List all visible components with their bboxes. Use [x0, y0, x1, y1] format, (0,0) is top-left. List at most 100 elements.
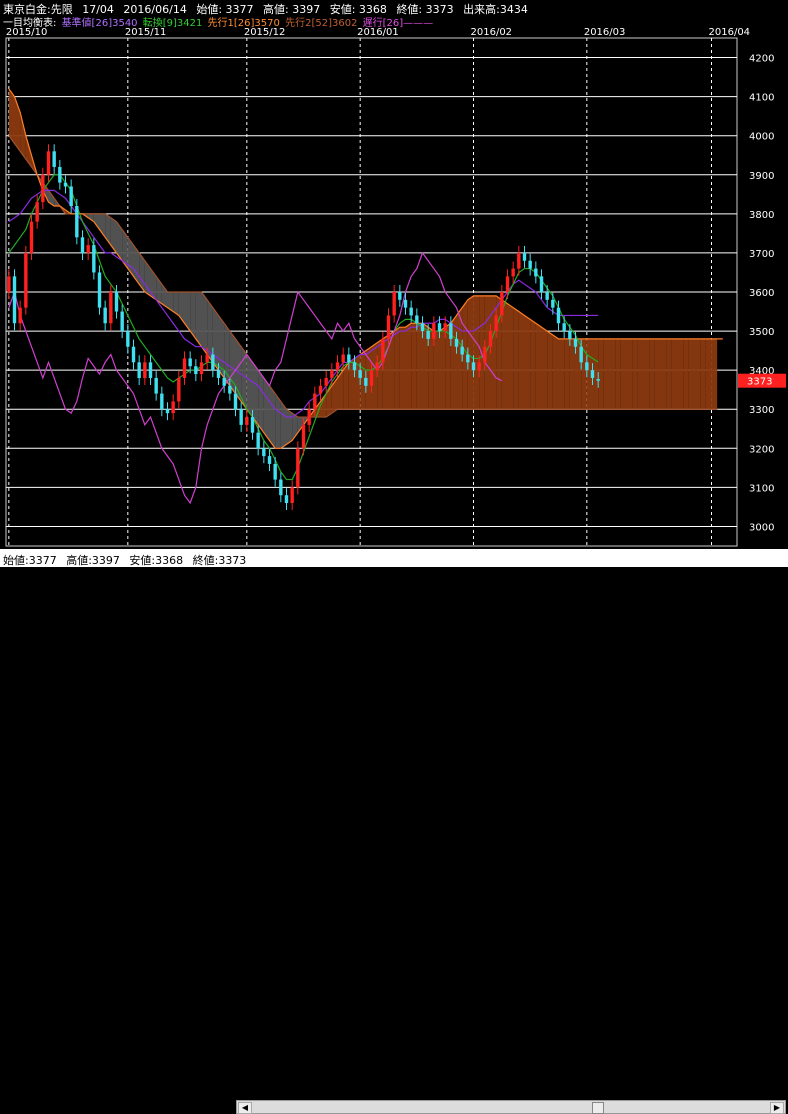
candle-body [392, 292, 396, 316]
candle-body [437, 323, 442, 332]
cloud-segment [615, 338, 621, 410]
candle-body [262, 448, 266, 457]
volume: 出来高:3434 [463, 3, 528, 16]
cloud-segment [671, 338, 678, 410]
candle-body [24, 252, 28, 308]
candle-body [120, 311, 124, 332]
cloud-segment [643, 338, 650, 410]
cloud-segment [620, 338, 627, 410]
cloud-segment [269, 385, 276, 449]
cloud-segment [263, 377, 270, 441]
cloud-segment [688, 338, 695, 410]
cloud-segment [331, 377, 338, 414]
candle-body [245, 417, 249, 425]
cloud-segment [700, 338, 706, 410]
chart-scrollbar[interactable]: ◀ ▶ [236, 1100, 786, 1114]
cloud-segment [626, 338, 633, 410]
candle-body [86, 245, 90, 253]
date-tick-label: 2015/12 [244, 27, 286, 38]
price-tick-label: 4100 [749, 93, 774, 104]
candle-body [477, 362, 481, 371]
candle-body [426, 331, 430, 339]
date-tick-label: 2016/04 [709, 27, 751, 38]
status-high: 高値:3397 [66, 554, 120, 567]
cloud-segment [569, 338, 576, 410]
scroll-right-icon[interactable]: ▶ [770, 1102, 784, 1114]
candle-body [409, 307, 413, 316]
ichimoku-cloud [8, 88, 718, 449]
candle-body [160, 393, 164, 410]
candle-body [18, 307, 22, 324]
candle-body [568, 331, 572, 339]
candle-body [596, 379, 600, 381]
candle-body [92, 245, 96, 273]
cloud-segment [603, 338, 610, 410]
candle-body [250, 417, 255, 433]
candle-body [109, 292, 113, 324]
cloud-segment [677, 338, 684, 410]
cloud-segment [705, 338, 712, 410]
candle-body [590, 370, 595, 378]
cloud-segment [558, 338, 565, 410]
cloud-segment [286, 409, 293, 445]
scroll-left-icon[interactable]: ◀ [238, 1102, 252, 1114]
candle-body [358, 370, 362, 378]
date-tick-label: 2016/01 [357, 27, 399, 38]
cloud-segment [513, 307, 519, 410]
price-tick-label: 3700 [749, 249, 774, 260]
candle-body [279, 479, 283, 496]
candle-body [500, 292, 504, 316]
scroll-thumb[interactable] [592, 1102, 604, 1114]
candle-body [29, 221, 34, 253]
cloud-segment [535, 323, 542, 410]
candle-body [403, 299, 408, 308]
ichimoku-chart[interactable]: 3000310032003300340035003600370038003900… [0, 26, 788, 547]
candle-body [103, 307, 107, 324]
cloud-segment [547, 331, 553, 410]
candle-body [12, 276, 17, 324]
candle-body [454, 338, 459, 347]
cloud-segment [252, 362, 259, 425]
cloud-segment [541, 327, 548, 410]
candle-body [41, 174, 45, 203]
candle-body [131, 346, 136, 363]
candle-body [381, 338, 385, 363]
date-tick-label: 2016/03 [584, 27, 626, 38]
candle-body [290, 487, 294, 504]
candle-body [483, 346, 487, 363]
price-tick-label: 4200 [749, 54, 774, 65]
candle-body [324, 377, 328, 386]
cloud-segment [399, 327, 406, 410]
candle-body [545, 292, 549, 300]
cloud-segment [654, 338, 661, 410]
cloud-segment [660, 338, 667, 410]
candle-body [522, 252, 527, 261]
candle-body [52, 151, 56, 167]
candle-body [233, 393, 238, 410]
candle-body [420, 323, 425, 332]
candle-body [148, 362, 153, 378]
candle-body [539, 276, 544, 292]
candle-body [80, 237, 85, 253]
candle-body [494, 315, 498, 332]
candle-body [369, 370, 374, 386]
date-tick-label: 2015/11 [125, 27, 167, 38]
candle-body [171, 401, 175, 414]
price-tick-label: 4000 [749, 132, 774, 143]
candle-body [551, 299, 555, 308]
price-tick-label: 3800 [749, 210, 774, 221]
cloud-segment [649, 338, 655, 410]
candle-body [556, 307, 561, 324]
cloud-segment [246, 354, 253, 418]
cloud-segment [501, 299, 508, 410]
cloud-segment [518, 311, 525, 410]
cloud-segment [683, 338, 689, 410]
candle-body [46, 151, 51, 175]
candle-body [313, 393, 317, 410]
candle-body [126, 331, 130, 347]
price-tick-label: 3500 [749, 327, 774, 338]
cloud-segment [195, 292, 202, 347]
cloud-segment [524, 315, 531, 410]
price-tick-label: 3100 [749, 483, 774, 494]
cloud-segment [433, 331, 440, 410]
